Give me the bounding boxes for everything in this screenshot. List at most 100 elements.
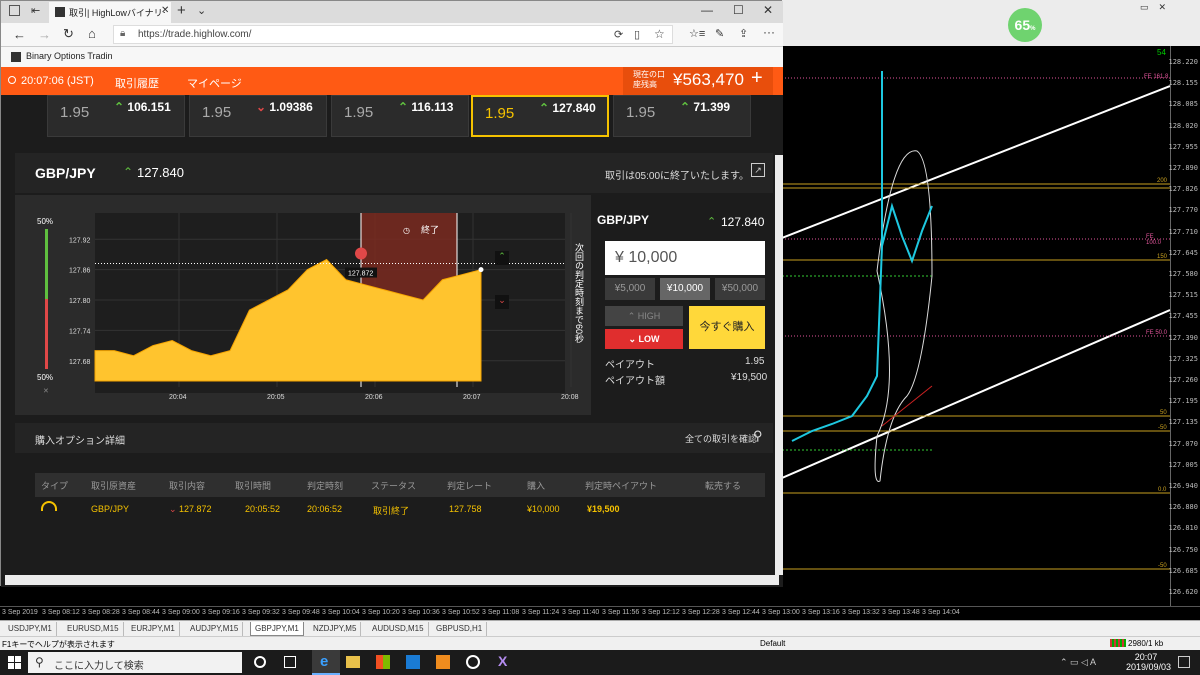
horizontal-scrollbar[interactable] [5,575,779,585]
favorites-icon[interactable]: ☆≡ [689,27,705,40]
star-icon[interactable]: ☆ [654,27,665,41]
time-axis-label: 3 Sep 10:36 [402,609,440,616]
close-window-icon[interactable]: ✕ [763,3,773,17]
app-icon[interactable] [406,655,420,669]
time-axis-label: 3 Sep 12:12 [642,609,680,616]
asset-card[interactable]: 1.95 ⌃ 71.399 [613,95,751,137]
tray-icons[interactable]: ⌃ ▭ ◁ A [1060,657,1096,668]
price-axis-label: 126.940 [1168,482,1198,490]
asset-card[interactable]: 1.95 ⌃ 106.151 [47,95,185,137]
symbol-tab[interactable]: GBPUSD,H1 [432,622,488,636]
reader-icon[interactable]: ▯ [634,28,640,41]
highlow-page: 1.95 ⌃ 106.151 1.95 ⌄ 1.09386 1.95 ⌃ 116… [1,95,783,587]
see-all-trades-link[interactable]: 全ての取引を確認 [685,432,757,445]
maximize-icon[interactable]: ☐ [733,3,744,17]
symbol-tab[interactable]: AUDJPY,M15 [186,622,244,636]
card-payout: 1.95 [60,104,90,121]
home-icon[interactable]: ⌂ [88,26,96,41]
window-controls[interactable]: ▭ ✕ [1140,2,1166,13]
row-content: 127.872 [179,504,212,514]
app-icon[interactable]: X [498,653,507,669]
chevron-down-icon[interactable]: ⌄ [197,4,206,17]
symbol-tab[interactable]: EURUSD,M15 [63,622,124,636]
symbol-tab[interactable]: GBPJPY,M1 [250,622,304,636]
forward-icon[interactable]: → [38,27,51,42]
amount-value: ¥ 10,000 [615,249,678,266]
tab-preview-icon[interactable] [9,5,20,16]
low-button[interactable]: ⌄ LOW [605,329,683,349]
taskbar-search[interactable]: ⚲ ここに入力して検索 [28,652,242,673]
mt4-time-axis: 3 Sep 2019 3 Sep 08:12 3 Sep 08:28 3 Sep 08… [0,606,1200,620]
card-price: 71.399 [693,100,731,114]
col-asset: 取引原資産 [91,481,137,491]
symbol-tab[interactable]: NZDJPY,M5 [309,622,362,636]
current-price-dot [478,267,484,273]
asset-card[interactable]: 1.95 ⌄ 1.09386 [189,95,327,137]
preset-50000-button[interactable]: ¥50,000 [715,278,765,300]
arrow-down-icon: ⌄ [628,334,637,344]
price-axis-label: 128.020 [1168,121,1198,130]
time-axis-label: 3 Sep 10:20 [362,609,400,616]
more-icon[interactable]: ··· [763,25,775,39]
time-axis-label: 3 Sep 13:16 [802,609,840,616]
time-axis-label: 3 Sep 11:40 [562,609,600,616]
ma-red [881,385,933,427]
clock-date: 2019/09/03 [1126,662,1172,672]
row-status: 取引終了 [373,506,410,516]
back-icon[interactable]: ← [13,27,26,42]
new-tab-icon[interactable]: + [177,2,186,19]
preset-5000-button[interactable]: ¥5,000 [605,278,655,300]
app-icon[interactable] [436,655,450,669]
symbol-tab[interactable]: AUDUSD,M15 [368,622,429,636]
clock[interactable]: 20:07 2019/09/03 [1126,652,1172,672]
pen-icon[interactable]: ✎ [715,27,724,40]
minimize-icon[interactable]: — [701,3,713,17]
details-table-header: タイプ 取引原資産 取引内容 取引時間 判定時刻 ステータス 判定レート 購入 … [35,473,765,497]
cortana-icon[interactable] [254,656,266,668]
edge-taskbar-icon[interactable]: e [312,650,340,675]
x-axis-label: 20:05 [267,394,285,401]
vertical-scrollbar[interactable] [775,155,783,575]
refresh-icon[interactable]: ↻ [63,26,74,42]
symbol-tab[interactable]: EURJPY,M1 [127,622,180,636]
browser-tab[interactable]: 取引| HighLowバイナリーオ [49,2,171,23]
nav-mypage[interactable]: マイページ [187,75,242,91]
details-title: 購入オプション詳細 [35,436,125,447]
deposit-button[interactable]: + [751,67,763,90]
trade-row[interactable]: GBP/JPY ⌄ 127.872 20:05:52 20:06:52 取引終了… [35,499,765,521]
price-axis-label: 127.070 [1168,439,1198,448]
close-sentiment-icon[interactable]: ✕ [43,387,49,395]
high-button[interactable]: ⌃ HIGH [605,306,683,326]
y-axis-label: 127.80 [69,298,91,305]
symbol-tab[interactable]: USDJPY,M1 [4,622,57,636]
windows-start-icon[interactable] [8,656,21,669]
fe-label: FE 100.0 [1146,234,1162,246]
preset-10000-button[interactable]: ¥10,000 [660,278,710,300]
bollinger-bands [874,150,933,482]
tab-back-icon[interactable]: ⇤ [31,4,40,17]
low-label: LOW [638,334,660,344]
search-icon[interactable]: ⚲ [753,428,763,444]
task-view-icon[interactable] [284,656,296,668]
amount-input[interactable]: ¥ 10,000 [605,241,765,275]
store-icon[interactable] [376,655,390,669]
asset-card-selected[interactable]: 1.95 ⌃ 127.840 [471,95,609,137]
notification-icon[interactable] [1178,656,1190,668]
channel-line-lower [782,309,1170,479]
app-icon[interactable] [466,655,480,669]
explorer-icon[interactable] [346,656,360,668]
close-tab-icon[interactable]: ✕ [161,5,169,16]
col-purchase: 購入 [527,481,546,491]
buy-now-button[interactable]: 今すぐ購入 [689,306,765,349]
favorite-link[interactable]: Binary Options Tradin [26,51,113,61]
extension-icon[interactable]: ⟳ [614,28,623,41]
nav-history[interactable]: 取引履歴 [115,75,159,91]
expand-icon[interactable]: ↗ [751,163,765,177]
x-axis-label: 20:07 [463,394,481,401]
asset-card[interactable]: 1.95 ⌃ 116.113 [331,95,469,137]
time-axis-label: 3 Sep 10:52 [442,609,480,616]
url-field[interactable]: 🔒︎ https://trade.highlow.com/ ⟳ ▯ ☆ [113,25,673,44]
share-icon[interactable]: ⇪ [739,27,748,40]
address-bar-row: ← → ↻ ⌂ 🔒︎ https://trade.highlow.com/ ⟳ … [1,23,783,47]
payout-amount-label: ペイアウト額 [605,376,665,387]
